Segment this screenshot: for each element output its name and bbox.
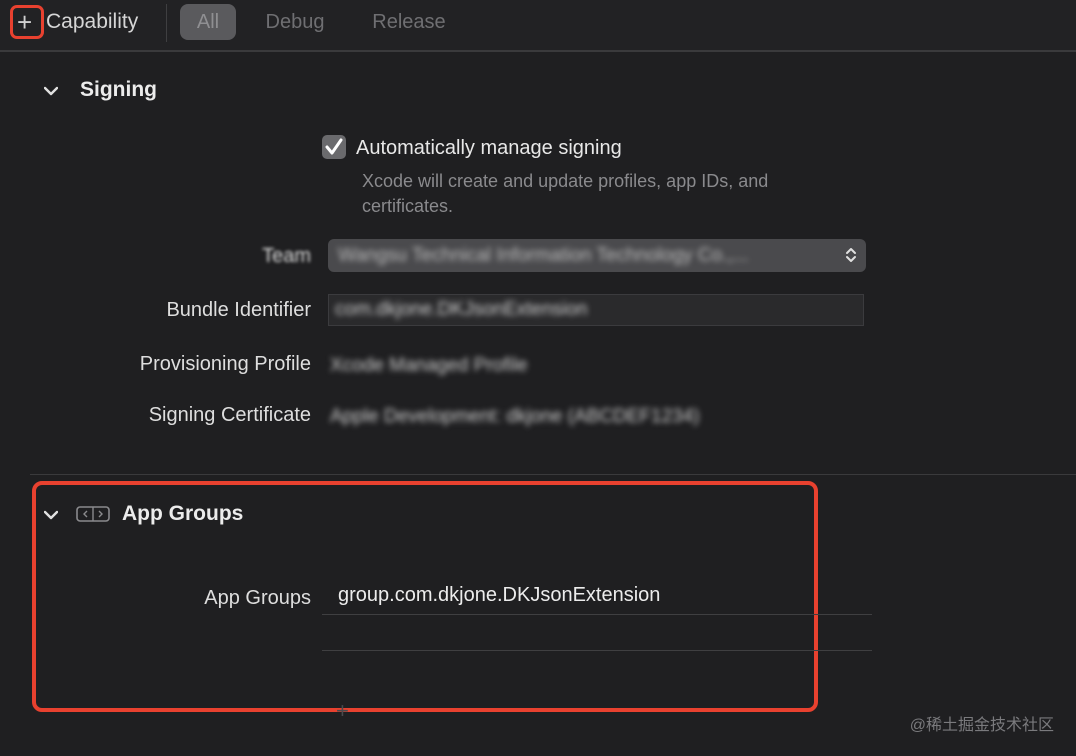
filter-all-tab[interactable]: All — [180, 4, 236, 40]
provisioning-profile-label: Provisioning Profile — [139, 353, 311, 375]
app-groups-list[interactable]: group.com.dkjone.DKJsonExtension — [322, 578, 872, 651]
signing-certificate-value: Apple Development: dkjone (ABCDEF1234) — [330, 406, 700, 427]
add-app-group-icon[interactable]: + — [336, 698, 349, 724]
bundle-identifier-value: com.dkjone.DKJsonExtension — [335, 299, 588, 320]
plus-icon: + — [17, 7, 33, 37]
add-capability-button[interactable]: + — [10, 5, 44, 39]
auto-manage-signing-checkbox[interactable] — [322, 135, 346, 159]
app-groups-section-title: App Groups — [122, 502, 244, 525]
auto-manage-signing-label[interactable]: Automatically manage signing — [356, 137, 622, 160]
provisioning-profile-value: Xcode Managed Profile — [330, 355, 528, 376]
team-label: Team — [262, 245, 311, 267]
section-divider — [30, 474, 1076, 475]
chevron-down-icon[interactable] — [44, 508, 58, 522]
app-group-row[interactable] — [322, 614, 872, 651]
chevron-down-icon[interactable] — [44, 84, 58, 98]
toolbar-divider — [166, 4, 167, 42]
team-popup[interactable]: Wangsu Technical Information Technology … — [328, 239, 866, 272]
chevron-up-down-icon — [846, 248, 856, 262]
app-groups-label: App Groups — [204, 587, 311, 609]
signing-certificate-label: Signing Certificate — [148, 404, 311, 426]
filter-debug-tab[interactable]: Debug — [258, 4, 332, 40]
team-value: Wangsu Technical Information Technology … — [338, 245, 749, 266]
bundle-identifier-label: Bundle Identifier — [166, 299, 311, 321]
bundle-identifier-field[interactable]: com.dkjone.DKJsonExtension — [328, 294, 864, 326]
app-groups-icon — [76, 506, 110, 522]
app-group-row[interactable]: group.com.dkjone.DKJsonExtension — [322, 578, 872, 615]
capability-toolbar: + Capability All Debug Release — [0, 0, 1076, 52]
capability-label[interactable]: Capability — [46, 10, 138, 34]
signing-section-title: Signing — [80, 78, 157, 101]
watermark: @稀土掘金技术社区 — [909, 717, 1054, 734]
checkmark-icon — [325, 138, 343, 155]
filter-release-tab[interactable]: Release — [364, 4, 454, 40]
app-group-value: group.com.dkjone.DKJsonExtension — [338, 584, 661, 606]
auto-manage-signing-description: Xcode will create and update profiles, a… — [362, 171, 769, 216]
